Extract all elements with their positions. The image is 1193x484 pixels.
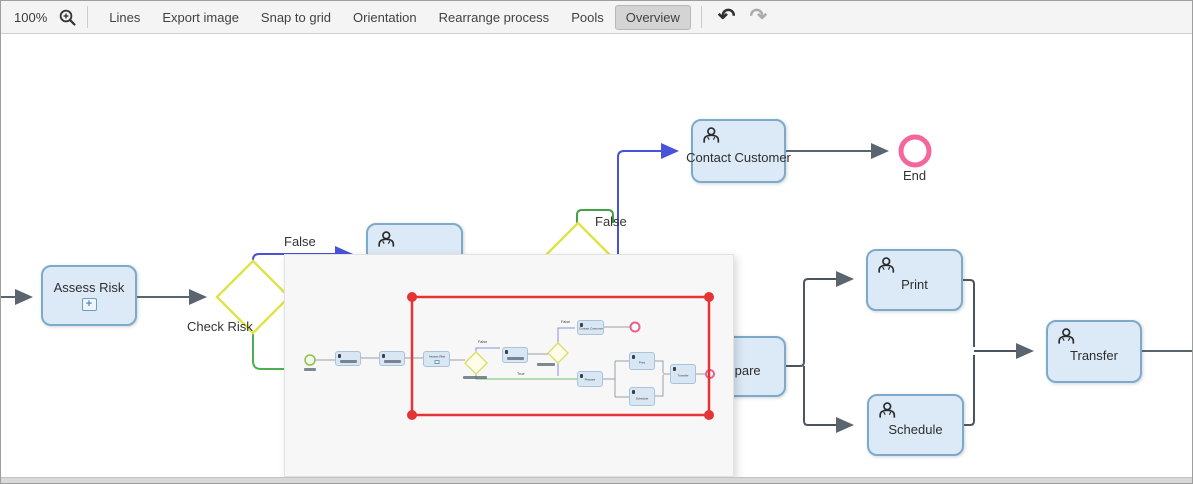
mini-user-icon [580, 323, 583, 327]
mini-label-bar [507, 357, 524, 360]
mini-gateway2-label-bar [537, 363, 555, 366]
task-label: Assess Risk [54, 280, 125, 295]
menu-item-export-image[interactable]: Export image [151, 5, 250, 30]
mini-task-4 [502, 347, 528, 363]
task-assess-risk[interactable]: Assess Risk + [41, 265, 137, 326]
task-label: Transfer [1070, 348, 1118, 363]
mini-edge-label-false-2: False [561, 320, 570, 325]
undo-icon[interactable]: ↶ [718, 8, 736, 26]
mini-user-icon [673, 367, 676, 371]
gateway-label-check-risk: Check Risk [187, 319, 253, 334]
zoom-level: 100% [14, 10, 47, 25]
user-task-icon [700, 126, 720, 146]
menu-item-pools[interactable]: Pools [560, 5, 615, 30]
task-contact-customer[interactable]: Contact Customer [691, 119, 786, 183]
mini-end-event-1 [631, 323, 640, 332]
menu-item-orientation[interactable]: Orientation [342, 5, 428, 30]
task-label: Schedule [888, 422, 942, 437]
mini-task-transfer: Transfer [670, 364, 696, 384]
mini-task-assess-risk: Assess Risk [423, 351, 450, 367]
mini-task-prepare: Prepare [577, 371, 603, 387]
mini-task-print: Print [629, 352, 655, 370]
user-task-icon [1055, 327, 1075, 347]
zoom-in-icon[interactable] [57, 7, 77, 27]
menu-item-snap-to-grid[interactable]: Snap to grid [250, 5, 342, 30]
mini-user-icon [632, 390, 635, 394]
mini-edge-label-false-1: False [478, 340, 487, 345]
process-editor-window: 100% Lines Export image Snap to grid Ori… [0, 0, 1193, 484]
mini-end-event-2 [706, 370, 714, 378]
mini-gateway-check-risk [465, 352, 487, 374]
mini-user-icon [505, 350, 508, 354]
mini-task-label: Contact Customer [578, 327, 602, 331]
mini-gateway-2 [548, 343, 568, 363]
edge-label-false-1: False [284, 234, 316, 249]
mini-task-label: Transfer [677, 374, 688, 378]
mini-task-contact-customer: Contact Customer [577, 320, 604, 335]
user-task-icon [375, 230, 395, 250]
menu-item-lines[interactable]: Lines [98, 5, 151, 30]
task-schedule[interactable]: Schedule [867, 394, 964, 456]
menu-item-overview[interactable]: Overview [615, 5, 691, 30]
toolbar-separator [701, 6, 702, 28]
mini-task-2 [379, 351, 405, 366]
task-label: Contact Customer [686, 150, 791, 165]
mini-subprocess-icon [434, 360, 439, 364]
user-task-icon [875, 256, 895, 276]
mini-task-label: Print [639, 361, 645, 365]
redo-icon[interactable]: ↷ [750, 8, 768, 26]
diagram-canvas[interactable]: Assess Risk + Contact Customer Prepare P… [1, 34, 1192, 477]
user-task-icon [876, 401, 896, 421]
toolbar-separator [87, 6, 88, 28]
task-transfer[interactable]: Transfer [1046, 320, 1142, 383]
mini-user-icon [382, 354, 385, 358]
toolbar: 100% Lines Export image Snap to grid Ori… [1, 1, 1192, 34]
overview-panel[interactable]: Assess Risk Contact Customer Prepare Pri… [284, 254, 734, 477]
subprocess-expand-icon[interactable]: + [82, 298, 97, 311]
mini-start-label-bar [304, 368, 316, 371]
task-label: Print [901, 277, 928, 292]
mini-gateway1-label-bar [463, 376, 487, 379]
edge-label-false-2: False [595, 214, 627, 229]
end-event-label: End [903, 168, 926, 183]
mini-start-event [305, 355, 315, 365]
mini-label-bar [384, 360, 401, 363]
task-print[interactable]: Print [866, 249, 963, 311]
mini-user-icon [338, 354, 341, 358]
horizontal-scrollbar[interactable] [1, 477, 1192, 483]
mini-task-1 [335, 351, 361, 366]
menu-item-rearrange-process[interactable]: Rearrange process [428, 5, 561, 30]
mini-user-icon [580, 374, 583, 378]
mini-task-label: Assess Risk [428, 355, 444, 359]
mini-task-label: Schedule [636, 397, 649, 401]
mini-task-label: Prepare [585, 378, 596, 382]
mini-label-bar [340, 360, 357, 363]
mini-task-schedule: Schedule [629, 387, 655, 406]
mini-user-icon [632, 355, 635, 359]
mini-edge-label-true: True [517, 372, 525, 377]
end-event[interactable] [901, 137, 929, 165]
